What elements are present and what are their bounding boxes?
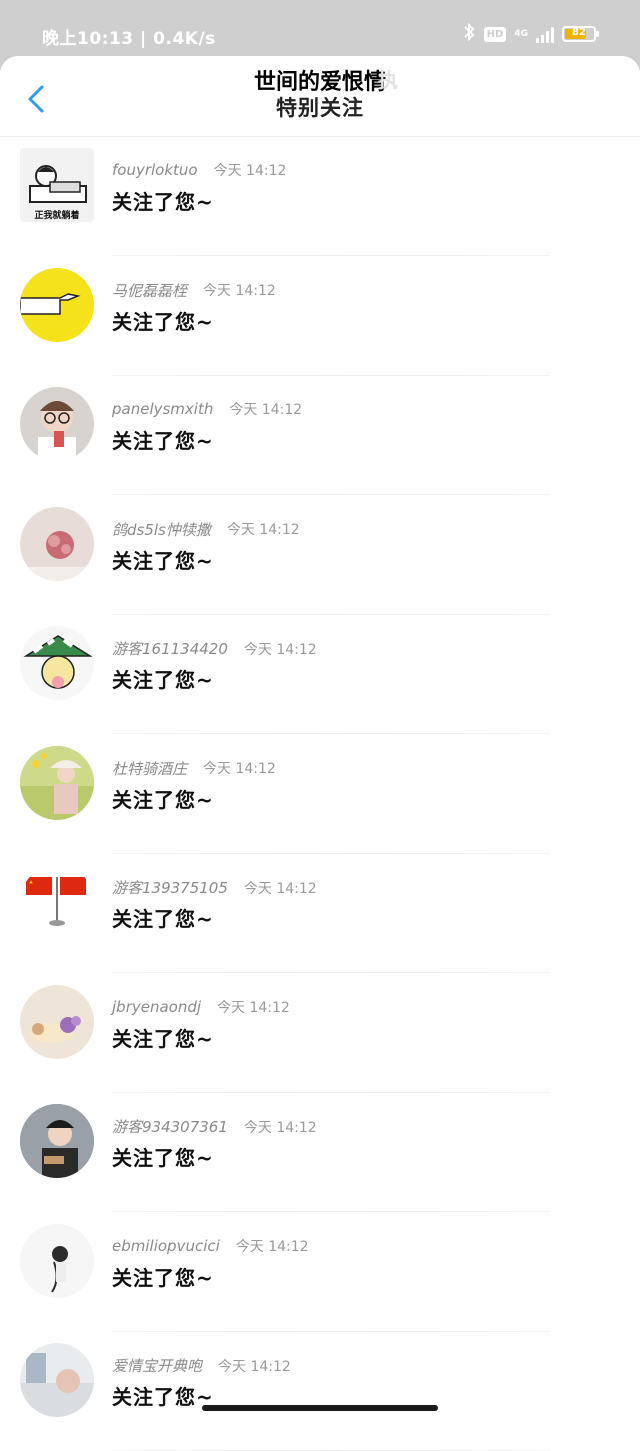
notification-row[interactable]: 正我就躺着 fouyrloktuo 今天 14:12 关注了您~ xyxy=(0,138,640,256)
notification-message: 关注了您~ xyxy=(112,787,214,812)
notification-time: 今天 14:12 xyxy=(203,283,276,299)
user-name[interactable]: 鸽ds5ls忡犊撒 xyxy=(112,519,211,540)
user-name[interactable]: 游客934307361 xyxy=(112,1116,228,1137)
notification-message: 关注了您~ xyxy=(112,309,214,334)
notification-meta: 游客161134420 今天 14:12 xyxy=(112,638,317,659)
avatar[interactable]: 正我就躺着 xyxy=(20,148,94,222)
user-name[interactable]: 杜特骑酒庄 xyxy=(112,758,187,779)
divider xyxy=(112,1330,550,1332)
divider xyxy=(112,1091,550,1093)
notification-meta: 鸽ds5ls忡犊撒 今天 14:12 xyxy=(112,519,300,540)
network-label: 4G xyxy=(514,29,528,39)
divider xyxy=(112,1211,550,1212)
divider xyxy=(112,972,550,973)
user-name[interactable]: 马伲磊磊桎 xyxy=(112,280,187,301)
notification-message: 关注了您~ xyxy=(112,548,214,573)
user-name[interactable]: jbryenaondj xyxy=(112,998,201,1016)
notification-meta: 游客139375105 今天 14:12 xyxy=(112,877,317,898)
user-name[interactable]: 爱情宝开典咆 xyxy=(112,1355,202,1376)
notification-meta: 游客934307361 今天 14:12 xyxy=(112,1116,317,1137)
user-name[interactable]: fouyrloktuo xyxy=(112,161,198,179)
user-name[interactable]: 游客161134420 xyxy=(112,638,228,659)
avatar[interactable] xyxy=(20,984,94,1059)
avatar[interactable] xyxy=(20,865,94,939)
notification-time: 今天 14:12 xyxy=(235,1238,309,1255)
home-indicator[interactable] xyxy=(202,1405,438,1411)
header: 世间的爱恨情 执 特别关注 xyxy=(0,56,640,137)
page-title-faded: 执 xyxy=(378,68,398,92)
notification-time: 今天 14:12 xyxy=(203,761,276,777)
divider xyxy=(112,494,550,495)
notification-row[interactable]: 爱情宝开典咆 今天 14:12 关注了您~ xyxy=(0,1333,640,1451)
avatar[interactable] xyxy=(20,1343,94,1417)
notification-time: 今天 14:12 xyxy=(218,1358,291,1375)
page-subtitle: 特别关注 xyxy=(276,96,364,120)
notification-message: 关注了您~ xyxy=(112,907,214,931)
notification-message: 关注了您~ xyxy=(112,429,214,453)
notification-meta: 杜特骑酒庄 今天 14:12 xyxy=(112,758,276,779)
avatar[interactable] xyxy=(20,267,94,342)
avatar[interactable] xyxy=(20,1223,94,1298)
avatar[interactable] xyxy=(20,1104,94,1178)
avatar[interactable] xyxy=(20,506,94,581)
divider xyxy=(112,852,550,854)
notification-row[interactable]: 鸽ds5ls忡犊撒 今天 14:12 关注了您~ xyxy=(0,497,640,615)
notification-message: 关注了您~ xyxy=(112,1385,214,1409)
notification-meta: 爱情宝开典咆 今天 14:12 xyxy=(112,1355,291,1376)
notification-message: 关注了您~ xyxy=(112,668,214,692)
notification-row[interactable]: 游客139375105 今天 14:12 关注了您~ xyxy=(0,855,640,973)
user-name[interactable]: 游客139375105 xyxy=(112,877,228,898)
user-name[interactable]: ebmiliopvucici xyxy=(112,1237,220,1255)
notification-row[interactable]: jbryenaondj 今天 14:12 关注了您~ xyxy=(0,975,640,1093)
notification-row[interactable]: panelysmxith 今天 14:12 关注了您~ xyxy=(0,377,640,495)
notification-meta: jbryenaondj 今天 14:12 xyxy=(112,997,290,1017)
notification-time: 今天 14:12 xyxy=(217,999,290,1016)
notification-time: 今天 14:12 xyxy=(243,641,317,658)
bluetooth-icon xyxy=(462,22,476,47)
battery-level: 82 xyxy=(572,27,586,38)
notification-time: 今天 14:12 xyxy=(243,880,317,897)
notification-meta: fouyrloktuo 今天 14:12 xyxy=(112,160,286,180)
avatar-text: 正我就躺着 xyxy=(34,209,79,221)
notification-meta: panelysmxith 今天 14:12 xyxy=(112,399,302,419)
notification-time: 今天 14:12 xyxy=(243,1119,317,1136)
avatar[interactable] xyxy=(20,745,94,820)
signal-icon xyxy=(536,25,554,43)
status-icons: HD 4G 82 xyxy=(462,20,599,48)
notification-time: 今天 14:12 xyxy=(226,522,300,538)
status-time: 晚上10:13 | 0.4K/s xyxy=(42,29,216,49)
battery-icon: 82 xyxy=(562,26,599,42)
divider xyxy=(112,374,550,376)
notification-row[interactable]: ebmiliopvucici 今天 14:12 关注了您~ xyxy=(0,1214,640,1332)
user-name[interactable]: panelysmxith xyxy=(112,400,213,418)
notification-row[interactable]: 马伲磊磊桎 今天 14:12 关注了您~ xyxy=(0,258,640,376)
notification-time: 今天 14:12 xyxy=(213,163,287,179)
notification-row[interactable]: 游客934307361 今天 14:12 关注了您~ xyxy=(0,1094,640,1212)
avatar[interactable] xyxy=(20,626,94,700)
notification-row[interactable]: 游客161134420 今天 14:12 关注了您~ xyxy=(0,616,640,734)
divider xyxy=(112,255,550,256)
notification-message: 关注了您~ xyxy=(112,1026,214,1051)
notification-message: 关注了您~ xyxy=(112,1265,214,1290)
divider xyxy=(112,613,550,615)
notification-message: 关注了您~ xyxy=(112,1146,214,1170)
notification-message: 关注了您~ xyxy=(112,190,214,214)
notification-meta: 马伲磊磊桎 今天 14:12 xyxy=(112,280,276,301)
divider xyxy=(112,733,550,734)
hd-icon: HD xyxy=(483,26,507,42)
notification-time: 今天 14:12 xyxy=(229,402,303,418)
notification-row[interactable]: 杜特骑酒庄 今天 14:12 关注了您~ xyxy=(0,736,640,854)
notification-meta: ebmiliopvucici 今天 14:12 xyxy=(112,1236,309,1256)
avatar[interactable] xyxy=(20,387,94,461)
